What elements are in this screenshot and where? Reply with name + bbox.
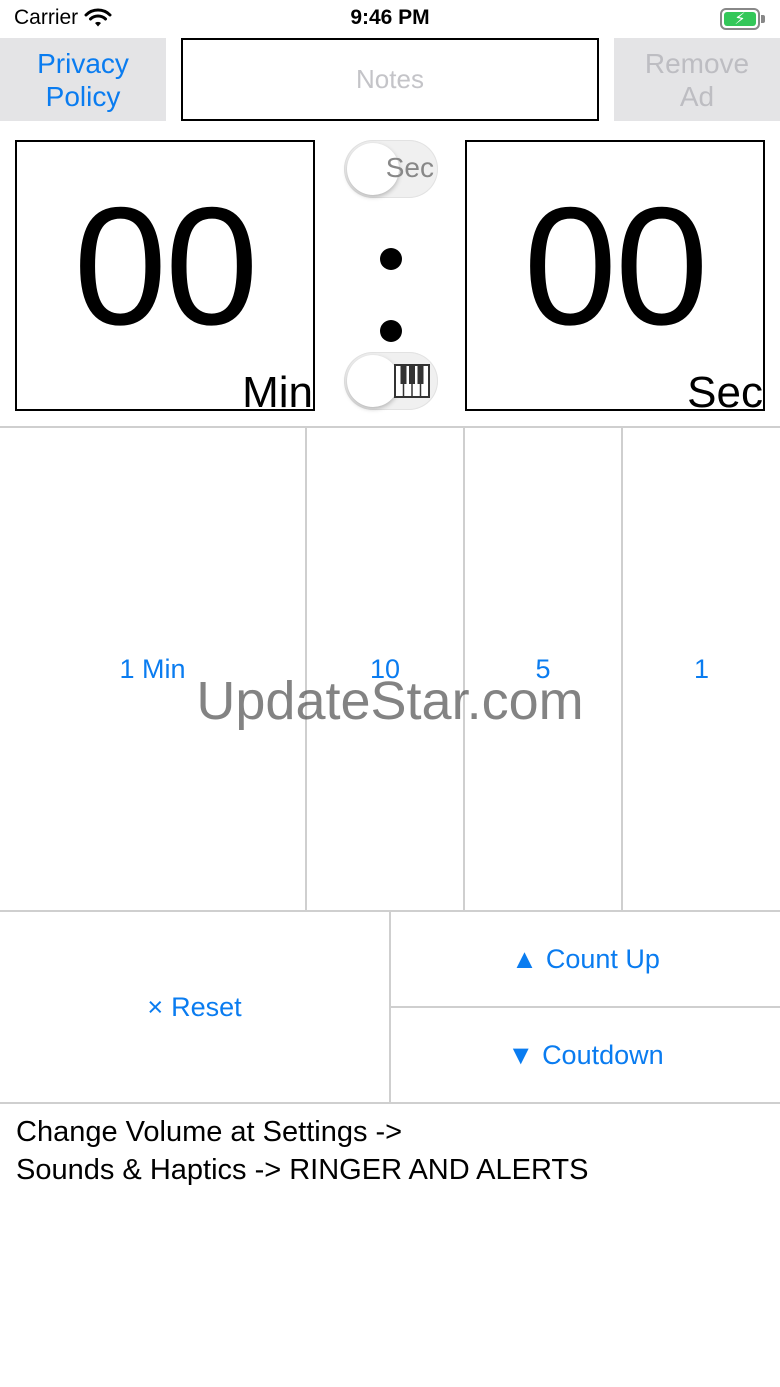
countdown-button[interactable]: ▼ Coutdown [391, 1008, 780, 1102]
watermark: UpdateStar.com [196, 671, 584, 731]
info-line2: Sounds & Haptics -> RINGER AND ALERTS [16, 1154, 589, 1186]
sound-toggle[interactable] [344, 352, 438, 410]
piano-icon [394, 364, 430, 398]
privacy-policy-button[interactable]: Privacy Policy [0, 38, 166, 121]
privacy-label-line1: Privacy [37, 47, 129, 79]
minutes-unit: Min [242, 368, 313, 417]
seconds-value: 00 [523, 172, 709, 360]
preset-1-button[interactable]: 1 [623, 428, 780, 910]
minutes-value: 00 [73, 172, 259, 360]
toggle-knob [347, 355, 399, 407]
seconds-toggle[interactable]: Sec [344, 140, 438, 198]
colon-dot-bottom [380, 320, 402, 342]
preset-5-button[interactable]: 5 [465, 428, 621, 910]
reset-button[interactable]: × Reset [0, 912, 389, 1102]
status-time: 9:46 PM [350, 6, 430, 29]
seconds-unit: Sec [687, 368, 763, 417]
privacy-label-line2: Policy [45, 80, 121, 112]
triangle-down-icon: ▼ [507, 1039, 535, 1070]
remove-ad-line1: Remove [644, 47, 750, 79]
info-line1: Change Volume at Settings -> [16, 1116, 403, 1148]
seconds-display[interactable]: 00 Sec [465, 140, 765, 415]
toggle-sec-label: Sec [385, 152, 434, 183]
count-up-label: Count Up [545, 943, 660, 974]
remove-ad-button[interactable]: Remove Ad [614, 38, 780, 121]
reset-label: Reset [171, 991, 242, 1022]
notes-field[interactable]: Notes [181, 38, 599, 121]
notes-placeholder: Notes [356, 64, 424, 94]
preset-10-button[interactable]: 10 [307, 428, 463, 910]
preset-1-min-button[interactable]: 1 Min [0, 428, 305, 910]
colon-dot-top [380, 248, 402, 270]
count-up-button[interactable]: ▲ Count Up [391, 912, 780, 1006]
remove-ad-line2: Ad [679, 80, 715, 112]
close-icon: × [147, 991, 164, 1022]
volume-info-text: Change Volume at Settings -> Sounds & Ha… [16, 1113, 756, 1189]
triangle-up-icon: ▲ [511, 943, 538, 974]
battery-charging-icon: ⚡ [720, 8, 766, 30]
divider [0, 1102, 780, 1104]
countdown-label: Coutdown [542, 1039, 664, 1070]
minutes-display[interactable]: 00 Min [15, 140, 315, 415]
